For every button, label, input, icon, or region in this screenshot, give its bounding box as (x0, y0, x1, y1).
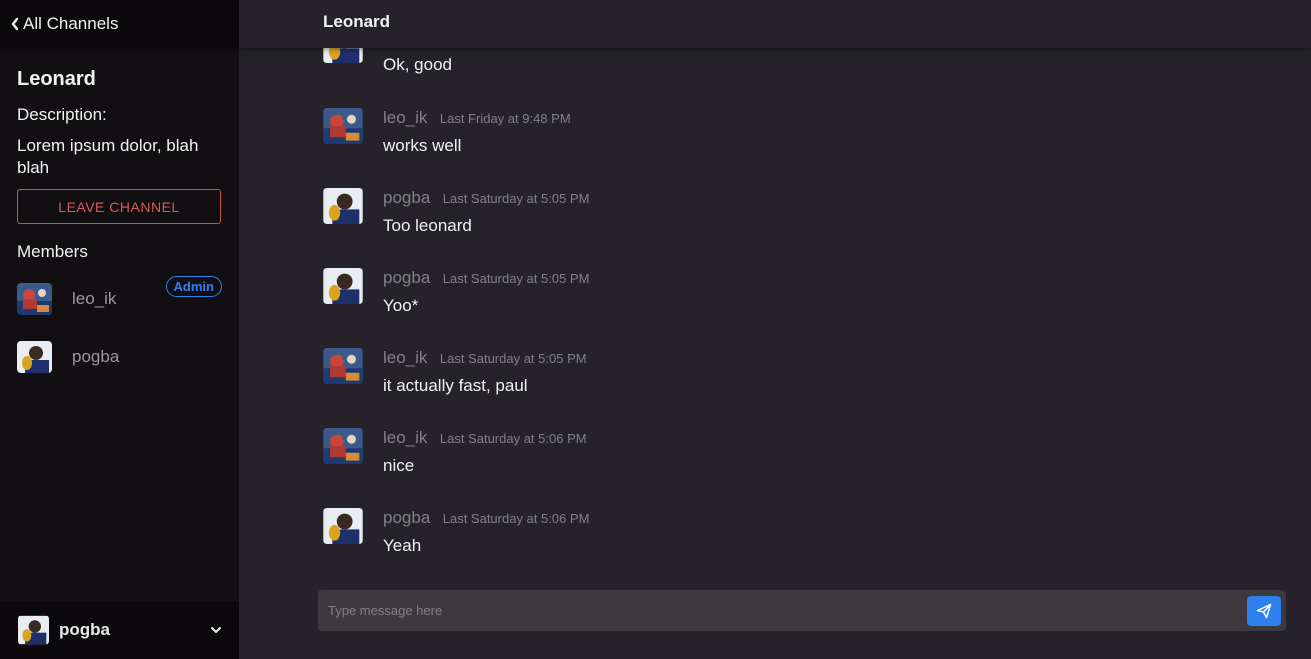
message-author: pogba (383, 268, 431, 287)
message-text: Ok, good (383, 55, 452, 74)
message-text: works well (383, 136, 462, 155)
all-channels-button[interactable]: All Channels (0, 0, 239, 48)
message-item: leo_ik Last Friday at 9:48 PM works well (323, 108, 1223, 168)
description-label: Description: (17, 105, 107, 124)
send-button[interactable] (1247, 596, 1281, 626)
message-text: Yeah (383, 536, 422, 555)
current-user-name: pogba (59, 620, 110, 639)
current-user-bar[interactable]: pogba (0, 601, 239, 659)
message-item: pogba Ok, good (323, 48, 1223, 87)
pogba-avatar (18, 615, 49, 645)
message-item: leo_ik Last Saturday at 5:06 PM nice (323, 428, 1223, 488)
channel-sidebar: All Channels Leonard Description: Lorem … (0, 0, 239, 659)
leave-channel-button[interactable]: LEAVE CHANNEL (17, 189, 221, 224)
member-item[interactable]: pogba (17, 328, 222, 386)
message-meta: pogba Last Saturday at 5:05 PM (383, 188, 589, 208)
message-time: Last Saturday at 5:05 PM (442, 191, 590, 206)
pogba-avatar (323, 508, 363, 544)
message-time: Last Saturday at 5:05 PM (439, 351, 587, 366)
members-title: Members (17, 242, 88, 261)
leo-avatar (323, 428, 363, 464)
message-author: leo_ik (383, 108, 428, 127)
member-name: leo_ik (72, 289, 117, 308)
message-meta: pogba Last Saturday at 5:05 PM (383, 268, 589, 288)
message-text: it actually fast, paul (383, 376, 528, 395)
chevron-down-icon[interactable] (210, 626, 222, 634)
message-item: pogba Last Saturday at 5:05 PM Yoo* (323, 268, 1223, 328)
leo-avatar (323, 348, 363, 384)
member-name: pogba (72, 347, 120, 366)
all-channels-label: All Channels (23, 14, 119, 33)
message-item: pogba Last Saturday at 5:05 PM Too leona… (323, 188, 1223, 248)
message-input[interactable] (318, 590, 1238, 631)
message-composer (318, 590, 1286, 631)
channel-name: Leonard (17, 68, 96, 90)
pogba-avatar (323, 268, 363, 304)
message-time: Last Friday at 9:48 PM (439, 111, 571, 126)
chat-main: Leonard pogba Ok, good (239, 0, 1311, 659)
message-meta: leo_ik Last Saturday at 5:05 PM (383, 348, 587, 368)
leo-avatar (17, 283, 52, 315)
message-meta: leo_ik Last Friday at 9:48 PM (383, 108, 571, 128)
message-text: Too leonard (383, 216, 472, 235)
message-text: Yoo* (383, 296, 419, 315)
pogba-avatar (17, 341, 52, 373)
message-time: Last Saturday at 5:05 PM (442, 271, 590, 286)
channel-info: Leonard Description: Lorem ipsum dolor, … (0, 48, 239, 386)
member-item[interactable]: leo_ik Admin (17, 270, 222, 328)
message-time: Last Saturday at 5:06 PM (439, 431, 587, 446)
chevron-left-icon (11, 17, 19, 31)
message-list[interactable]: pogba Ok, good leo_i (239, 48, 1311, 580)
pogba-avatar (323, 48, 363, 63)
message-item: pogba Last Saturday at 5:06 PM Yeah (323, 508, 1223, 568)
chat-app: All Channels Leonard Description: Lorem … (0, 0, 1311, 659)
message-author: leo_ik (383, 428, 428, 447)
channel-header: Leonard (239, 0, 1311, 48)
pogba-avatar (323, 188, 363, 224)
message-author: pogba (383, 508, 431, 527)
channel-title: Leonard (323, 11, 391, 31)
member-list: leo_ik Admin pogba (17, 270, 222, 386)
admin-badge: Admin (165, 276, 222, 297)
message-text: nice (383, 456, 415, 475)
description-text: Lorem ipsum dolor, blah blah (17, 136, 199, 177)
paper-plane-icon (1256, 603, 1272, 619)
leo-avatar (323, 108, 363, 144)
message-meta: pogba Last Saturday at 5:06 PM (383, 508, 589, 528)
message-author: pogba (383, 188, 431, 207)
message-time: Last Saturday at 5:06 PM (442, 511, 590, 526)
message-item: leo_ik Last Saturday at 5:05 PM it actua… (323, 348, 1223, 408)
message-meta: leo_ik Last Saturday at 5:06 PM (383, 428, 587, 448)
message-author: leo_ik (383, 348, 428, 367)
